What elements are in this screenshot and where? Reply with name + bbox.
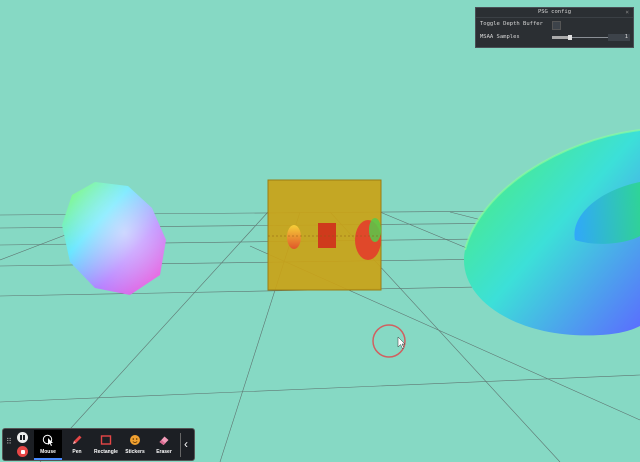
tool-mouse[interactable]: Mouse <box>34 430 62 460</box>
toolbar-divider <box>180 433 181 457</box>
annotation-toolbar: ⠿ Mouse Pen Rectangle Stickers Eraser ‹ <box>2 428 195 461</box>
rectangle-icon <box>100 435 112 445</box>
mouse-cursor-icon <box>42 434 53 446</box>
tool-stickers[interactable]: Stickers <box>121 430 149 460</box>
torus <box>463 129 640 336</box>
psg-config-panel: PSG config × Toggle Depth Buffer MSAA Sa… <box>475 7 634 48</box>
msaa-slider-fill <box>552 36 568 39</box>
tool-pen-label: Pen <box>72 449 82 455</box>
tool-rectangle[interactable]: Rectangle <box>92 430 120 460</box>
config-panel-title: PSG config × <box>476 8 633 18</box>
toggle-depth-buffer-checkbox[interactable] <box>552 21 561 30</box>
tool-stickers-label: Stickers <box>125 449 145 455</box>
msaa-slider-handle[interactable] <box>568 35 572 40</box>
msaa-samples-row: MSAA Samples 1 <box>476 31 633 44</box>
sticker-icon <box>130 435 140 445</box>
toggle-depth-buffer-row: Toggle Depth Buffer <box>476 18 633 31</box>
tool-pen[interactable]: Pen <box>63 430 91 460</box>
pen-icon <box>73 435 82 444</box>
translucent-cube <box>267 179 382 291</box>
close-icon[interactable]: × <box>625 8 629 17</box>
msaa-samples-label: MSAA Samples <box>480 34 520 40</box>
drag-handle-icon[interactable]: ⠿ <box>6 438 12 449</box>
msaa-samples-value[interactable]: 1 <box>608 34 630 41</box>
collapse-toolbar-chevron-icon[interactable]: ‹ <box>184 438 188 450</box>
tool-rectangle-label: Rectangle <box>94 449 118 455</box>
eraser-icon <box>159 436 169 445</box>
tool-eraser-label: Eraser <box>156 449 172 455</box>
3d-viewport[interactable] <box>0 0 640 462</box>
toggle-depth-buffer-label: Toggle Depth Buffer <box>480 21 543 27</box>
faceted-sphere <box>62 182 166 295</box>
pause-button[interactable] <box>17 432 28 443</box>
tool-eraser[interactable]: Eraser <box>150 430 178 460</box>
cursor-highlight-ring <box>372 324 406 358</box>
stop-recording-button[interactable] <box>17 446 28 457</box>
config-title-text: PSG config <box>537 9 572 15</box>
tool-mouse-label: Mouse <box>40 449 56 455</box>
